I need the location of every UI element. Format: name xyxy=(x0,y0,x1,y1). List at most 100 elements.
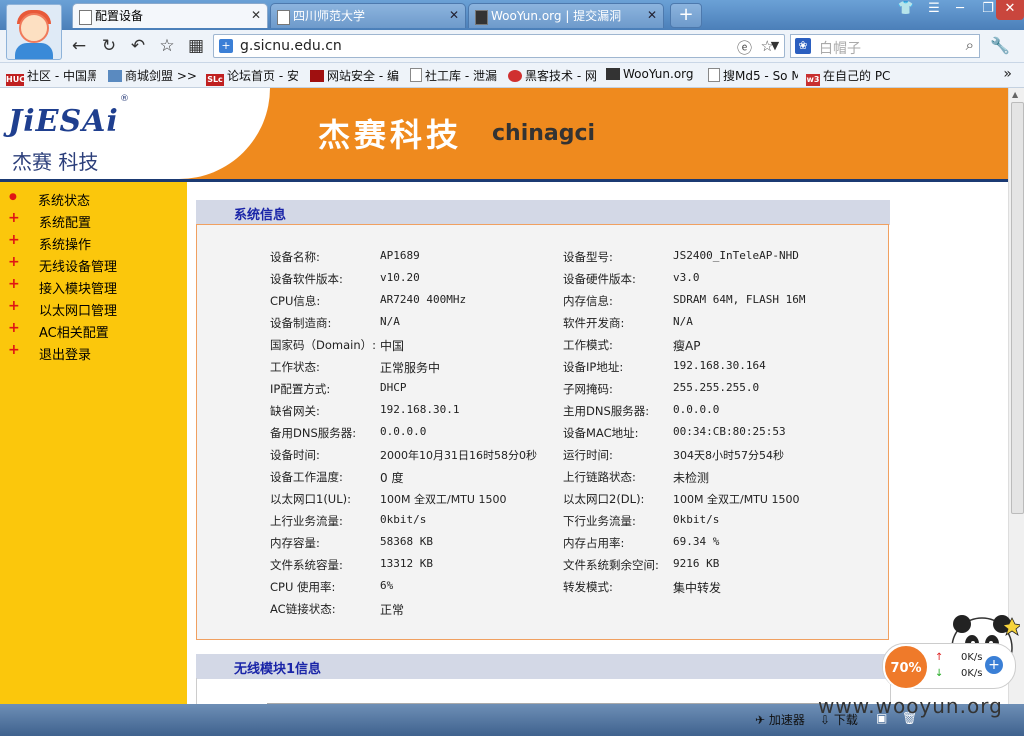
tab-title: 四川师范大学 xyxy=(293,9,366,23)
plus-icon: + xyxy=(8,232,20,248)
sidebar-item-label: 无线设备管理 xyxy=(39,260,118,275)
bookmarks-bar: HUC 社区 - 中国黑 商城剑盟 >> SLc 论坛首页 - 安 网站安全 - 编… xyxy=(0,63,1024,88)
search-placeholder: 白帽子 xyxy=(819,41,861,57)
bookmark-item[interactable]: 黑客技术 - 网 xyxy=(508,67,598,84)
bookmark-item[interactable]: 社工库 - 泄漏 xyxy=(410,67,502,84)
sidebar: ● 系统状态 + 系统配置 + 系统操作 + 无线设备管理 + 接入模块管理 +… xyxy=(0,182,187,704)
sidebar-item-ethernet[interactable]: + 以太网口管理 xyxy=(0,298,187,320)
accelerator-button[interactable]: ✈ 加速器 xyxy=(755,711,805,728)
system-info-panel: 设备名称: AP1689 设备型号: JS2400_InTeleAP-NHD 设… xyxy=(196,224,889,640)
new-tab-button[interactable]: + xyxy=(670,3,702,28)
ie-mode-icon[interactable]: ⓔ xyxy=(737,37,752,58)
apps-grid-icon[interactable]: ▦ xyxy=(185,36,207,58)
logo-en: JiESAi xyxy=(8,104,119,139)
menu-icon[interactable]: ☰ xyxy=(920,0,948,20)
upload-arrow-icon: ↑ xyxy=(935,652,944,663)
brand-subtitle: chinagci xyxy=(492,121,596,146)
baidu-paw-icon: ❀ xyxy=(795,38,811,54)
page-viewport: JiESAi ® 杰赛 科技 杰赛科技 chinagci ● 系统状态 + 系统… xyxy=(0,88,1008,704)
panel-title: 系统信息 xyxy=(234,208,287,223)
wooyun-icon xyxy=(606,68,620,80)
scrollbar-thumb[interactable] xyxy=(1011,102,1024,514)
close-icon[interactable]: ✕ xyxy=(449,8,459,22)
favorite-star-icon[interactable]: ☆ xyxy=(156,36,178,58)
bookmark-item[interactable]: 网站安全 - 编 xyxy=(310,67,402,84)
user-avatar[interactable] xyxy=(6,4,62,60)
shield-icon xyxy=(310,70,324,82)
slc-icon: SLc xyxy=(206,74,224,86)
undo-icon[interactable]: ↶ xyxy=(127,36,149,58)
bookmark-item[interactable]: HUC 社区 - 中国黑 xyxy=(6,67,96,86)
tab-config-device[interactable]: 配置设备 ✕ xyxy=(72,3,268,28)
plus-icon: + xyxy=(8,320,20,336)
wireless-info-header: 无线模块1信息 xyxy=(196,654,890,679)
bookmark-item[interactable]: 搜Md5 - So M xyxy=(708,67,798,84)
sidebar-item-label: AC相关配置 xyxy=(39,326,109,341)
sidebar-item-access-module[interactable]: + 接入模块管理 xyxy=(0,276,187,298)
tab-wooyun[interactable]: WooYun.org | 提交漏洞 ✕ xyxy=(468,3,664,28)
close-window-icon[interactable]: ✕ xyxy=(996,0,1024,20)
bookmark-item[interactable]: w3 在自己的 PC xyxy=(806,67,906,86)
download-speed: 0K/s xyxy=(961,668,983,679)
page-icon xyxy=(108,70,122,82)
wireless-info-panel xyxy=(196,678,891,704)
avatar-body xyxy=(15,43,53,59)
sidebar-item-label: 以太网口管理 xyxy=(39,304,118,319)
page-icon xyxy=(79,10,92,25)
plus-icon: + xyxy=(8,210,20,226)
add-icon[interactable]: + xyxy=(985,656,1003,674)
plus-icon: + xyxy=(8,342,20,358)
url-field[interactable]: + g.sicnu.edu.cn ⓔ ☆ xyxy=(213,34,785,58)
panel-title: 无线模块1信息 xyxy=(234,662,322,677)
minimize-icon[interactable]: ─ xyxy=(946,0,974,20)
speed-percent: 70% xyxy=(883,644,929,690)
plus-icon: + xyxy=(8,298,20,314)
sidebar-item-ac-config[interactable]: + AC相关配置 xyxy=(0,320,187,342)
tab-title: 配置设备 xyxy=(95,9,144,23)
close-icon[interactable]: ✕ xyxy=(647,8,657,22)
hacker-icon xyxy=(508,70,522,82)
watermark-text: www.wooyun.org xyxy=(818,694,1003,718)
registered-icon: ® xyxy=(120,94,129,104)
sidebar-item-label: 退出登录 xyxy=(39,348,92,363)
scroll-up-icon[interactable]: ▲ xyxy=(1012,90,1018,99)
sidebar-item-label: 系统配置 xyxy=(39,216,92,231)
bookmark-item[interactable]: 商城剑盟 >> xyxy=(108,67,198,84)
page-icon xyxy=(708,68,720,82)
avatar-face xyxy=(19,13,49,43)
refresh-icon[interactable]: ↻ xyxy=(98,36,120,58)
header-banner: JiESAi ® 杰赛 科技 杰赛科技 chinagci xyxy=(0,88,1008,179)
sidebar-item-logout[interactable]: + 退出登录 xyxy=(0,342,187,364)
bookmark-item[interactable]: SLc 论坛首页 - 安 xyxy=(206,67,298,86)
tab-title: WooYun.org | 提交漏洞 xyxy=(491,9,622,23)
logo-area: JiESAi ® 杰赛 科技 xyxy=(0,88,270,179)
sidebar-item-label: 系统操作 xyxy=(39,238,92,253)
page-icon xyxy=(277,10,290,25)
sidebar-item-system-operation[interactable]: + 系统操作 xyxy=(0,232,187,254)
bookmark-item[interactable]: WooYun.org xyxy=(606,67,702,81)
close-icon[interactable]: ✕ xyxy=(251,8,261,22)
search-icon[interactable]: ⌕ xyxy=(966,36,974,54)
wrench-settings-icon[interactable]: 🔧 xyxy=(990,36,1010,55)
bullet-icon: ● xyxy=(9,192,17,202)
system-info-header: 系统信息 xyxy=(196,200,890,225)
url-text: g.sicnu.edu.cn xyxy=(240,38,342,54)
sidebar-item-wireless-device[interactable]: + 无线设备管理 xyxy=(0,254,187,276)
tab-sicnu[interactable]: 四川师范大学 ✕ xyxy=(270,3,466,28)
accelerator-label: 加速器 xyxy=(768,713,805,727)
page-icon xyxy=(410,68,422,82)
sidebar-item-system-status[interactable]: ● 系统状态 xyxy=(0,188,187,210)
network-speed-widget[interactable]: 70% ↑ 0K/s ↓ 0K/s + xyxy=(882,643,1016,690)
brand-title: 杰赛科技 xyxy=(318,116,463,154)
w3-icon: w3 xyxy=(806,74,820,86)
search-field[interactable]: ❀ 白帽子 ⌕ xyxy=(790,34,980,58)
plus-icon: + xyxy=(8,276,20,292)
rocket-icon: ✈ xyxy=(755,713,766,727)
back-icon[interactable]: ← xyxy=(68,36,90,58)
upload-speed: 0K/s xyxy=(961,652,983,663)
wooyun-favicon xyxy=(475,10,488,25)
bookmarks-more-icon[interactable]: » xyxy=(1003,66,1012,82)
skin-icon[interactable]: 👕 xyxy=(892,0,920,20)
dropdown-arrow-icon[interactable]: ▼ xyxy=(764,36,786,58)
sidebar-item-system-config[interactable]: + 系统配置 xyxy=(0,210,187,232)
